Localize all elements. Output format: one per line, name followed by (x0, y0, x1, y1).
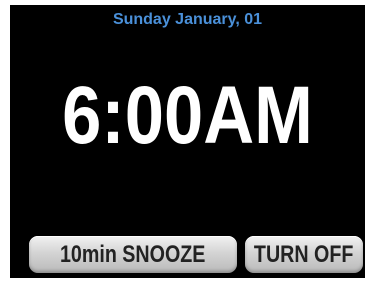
turn-off-button[interactable]: TURN OFF (245, 236, 363, 273)
turn-off-button-label: TURN OFF (254, 240, 354, 268)
snooze-button-label: 10min SNOOZE (60, 240, 206, 268)
alarm-screen: Sunday January, 01 6:00AM 10min SNOOZE T… (10, 5, 365, 278)
alarm-date: Sunday January, 01 (112, 11, 263, 28)
snooze-button[interactable]: 10min SNOOZE (29, 236, 237, 273)
alarm-time: 6:00AM (62, 70, 313, 161)
